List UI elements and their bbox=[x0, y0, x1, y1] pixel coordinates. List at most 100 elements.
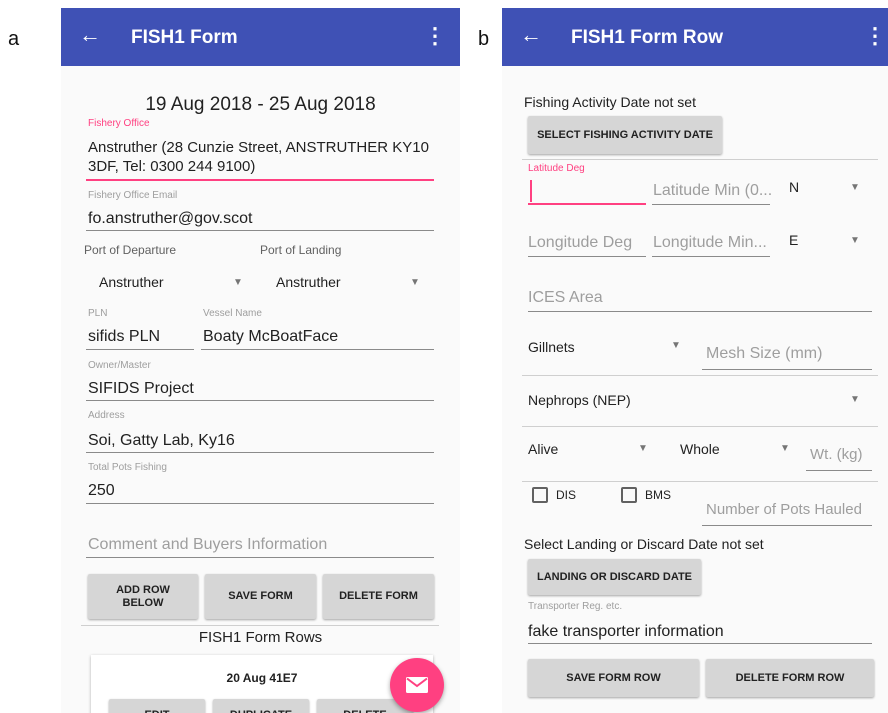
duplicate-row-button[interactable]: DUPLICATE bbox=[213, 699, 309, 713]
app-bar: ← FISH1 Form Row ⋮ bbox=[502, 8, 888, 66]
port-of-landing-dropdown-icon[interactable]: ▼ bbox=[410, 277, 420, 288]
add-row-below-line2: BELOW bbox=[122, 596, 164, 609]
port-of-departure-label: Port of Departure bbox=[84, 243, 177, 257]
divider bbox=[522, 426, 878, 427]
add-row-below-button[interactable]: ADD ROW BELOW bbox=[88, 574, 198, 619]
save-form-button[interactable]: SAVE FORM bbox=[205, 574, 316, 619]
pots-hauled-underline bbox=[702, 525, 872, 526]
fishing-activity-date-status: Fishing Activity Date not set bbox=[524, 94, 696, 110]
presentation-dropdown-icon[interactable]: ▼ bbox=[780, 443, 790, 454]
email-fab-button[interactable] bbox=[390, 658, 444, 712]
pln-underline bbox=[86, 349, 194, 350]
pln-label: PLN bbox=[88, 308, 108, 319]
pln-input[interactable]: sifids PLN bbox=[88, 328, 160, 346]
app-bar-title: FISH1 Form Row bbox=[571, 27, 724, 48]
presentation-spinner[interactable]: Whole bbox=[680, 441, 720, 457]
select-fishing-activity-date-button[interactable]: SELECT FISHING ACTIVITY DATE bbox=[528, 116, 722, 154]
longitude-min-input[interactable]: Longitude Min... bbox=[653, 234, 767, 252]
email-icon bbox=[406, 677, 428, 693]
form-row-card[interactable]: 20 Aug 41E7 EDIT DUPLICATE DELETE bbox=[91, 655, 433, 713]
port-of-departure-spinner[interactable]: Anstruther bbox=[99, 274, 164, 290]
panel-b-label: b bbox=[478, 28, 490, 50]
owner-master-label: Owner/Master bbox=[88, 360, 151, 371]
pots-hauled-input[interactable]: Number of Pots Hauled bbox=[706, 501, 862, 518]
vessel-name-input[interactable]: Boaty McBoatFace bbox=[203, 328, 338, 346]
comment-input[interactable]: Comment and Buyers Information bbox=[88, 536, 327, 554]
form-row-card-title: 20 Aug 41E7 bbox=[226, 671, 298, 685]
delete-form-row-button[interactable]: DELETE FORM ROW bbox=[706, 659, 874, 697]
transporter-input[interactable]: fake transporter information bbox=[528, 623, 724, 641]
weight-input[interactable]: Wt. (kg) bbox=[810, 446, 863, 463]
fishery-office-value-line2[interactable]: 3DF, Tel: 0300 244 9100) bbox=[88, 158, 255, 175]
longitude-deg-input[interactable]: Longitude Deg bbox=[528, 234, 632, 252]
longitude-min-underline bbox=[652, 256, 770, 257]
delete-form-button[interactable]: DELETE FORM bbox=[323, 574, 434, 619]
landing-date-status: Select Landing or Discard Date not set bbox=[524, 536, 764, 552]
fishery-office-email-label: Fishery Office Email bbox=[88, 190, 178, 201]
weight-underline bbox=[806, 470, 872, 471]
text-cursor bbox=[530, 180, 532, 202]
address-underline bbox=[86, 452, 434, 453]
mesh-size-underline bbox=[702, 369, 872, 370]
port-of-landing-spinner[interactable]: Anstruther bbox=[276, 274, 341, 290]
owner-master-input[interactable]: SIFIDS Project bbox=[88, 380, 194, 398]
mesh-size-input[interactable]: Mesh Size (mm) bbox=[706, 345, 822, 363]
form-rows-title: FISH1 Form Rows bbox=[198, 629, 323, 646]
phone-screen-fish1-form-row: ← FISH1 Form Row ⋮ Fishing Activity Date… bbox=[502, 8, 888, 713]
latitude-hemisphere-spinner[interactable]: N bbox=[789, 179, 799, 195]
latitude-hemisphere-dropdown-icon[interactable]: ▼ bbox=[850, 182, 860, 193]
overflow-menu-icon[interactable]: ⋮ bbox=[864, 24, 886, 48]
back-arrow-icon[interactable]: ← bbox=[520, 22, 542, 48]
add-row-below-line1: ADD ROW bbox=[116, 583, 170, 596]
gear-dropdown-icon[interactable]: ▼ bbox=[671, 340, 681, 351]
gear-spinner[interactable]: Gillnets bbox=[528, 339, 575, 355]
fishery-office-email-input[interactable]: fo.anstruther@gov.scot bbox=[88, 210, 252, 228]
panel-a-label: a bbox=[8, 28, 20, 50]
state-dropdown-icon[interactable]: ▼ bbox=[638, 443, 648, 454]
total-pots-input[interactable]: 250 bbox=[88, 482, 115, 500]
ices-area-input[interactable]: ICES Area bbox=[528, 289, 603, 307]
port-of-landing-label: Port of Landing bbox=[260, 243, 342, 257]
dis-label: DIS bbox=[556, 488, 577, 502]
bms-checkbox[interactable] bbox=[621, 487, 637, 503]
latitude-min-underline bbox=[652, 204, 770, 205]
date-range: 19 Aug 2018 - 25 Aug 2018 bbox=[145, 94, 376, 115]
divider bbox=[522, 159, 878, 160]
total-pots-underline bbox=[86, 503, 434, 504]
edit-row-button[interactable]: EDIT bbox=[109, 699, 205, 713]
divider bbox=[81, 625, 439, 626]
vessel-name-underline bbox=[201, 349, 434, 350]
longitude-deg-underline bbox=[528, 256, 646, 257]
total-pots-label: Total Pots Fishing bbox=[88, 462, 167, 473]
divider bbox=[522, 481, 878, 482]
back-arrow-icon[interactable]: ← bbox=[79, 22, 101, 48]
vessel-name-label: Vessel Name bbox=[203, 308, 262, 319]
longitude-hemisphere-dropdown-icon[interactable]: ▼ bbox=[850, 235, 860, 246]
dis-checkbox[interactable] bbox=[532, 487, 548, 503]
state-spinner[interactable]: Alive bbox=[528, 441, 558, 457]
port-of-departure-dropdown-icon[interactable]: ▼ bbox=[233, 277, 243, 288]
transporter-underline bbox=[528, 643, 872, 644]
latitude-min-input[interactable]: Latitude Min (0... bbox=[653, 182, 772, 200]
bms-label: BMS bbox=[645, 488, 672, 502]
address-input[interactable]: Soi, Gatty Lab, Ky16 bbox=[88, 432, 235, 450]
fishery-office-underline bbox=[86, 179, 434, 181]
save-form-row-button[interactable]: SAVE FORM ROW bbox=[528, 659, 699, 697]
latitude-deg-input[interactable] bbox=[528, 203, 646, 205]
transporter-label: Transporter Reg. etc. bbox=[528, 601, 623, 612]
app-bar: ← FISH1 Form ⋮ bbox=[61, 8, 460, 66]
comment-underline bbox=[86, 557, 434, 558]
owner-underline bbox=[86, 400, 434, 401]
landing-or-discard-date-button[interactable]: LANDING OR DISCARD DATE bbox=[528, 559, 701, 595]
species-dropdown-icon[interactable]: ▼ bbox=[850, 394, 860, 405]
app-bar-title: FISH1 Form bbox=[131, 27, 238, 48]
overflow-menu-icon[interactable]: ⋮ bbox=[424, 24, 446, 48]
phone-screen-fish1-form: ← FISH1 Form ⋮ 19 Aug 2018 - 25 Aug 2018… bbox=[61, 8, 460, 713]
address-label: Address bbox=[88, 410, 125, 421]
fishery-office-value-line1[interactable]: Anstruther (28 Cunzie Street, ANSTRUTHER… bbox=[88, 139, 429, 156]
ices-area-underline bbox=[528, 311, 872, 312]
latitude-deg-label: Latitude Deg bbox=[528, 163, 585, 174]
species-spinner[interactable]: Nephrops (NEP) bbox=[528, 392, 631, 408]
longitude-hemisphere-spinner[interactable]: E bbox=[789, 232, 798, 248]
divider bbox=[522, 375, 878, 376]
